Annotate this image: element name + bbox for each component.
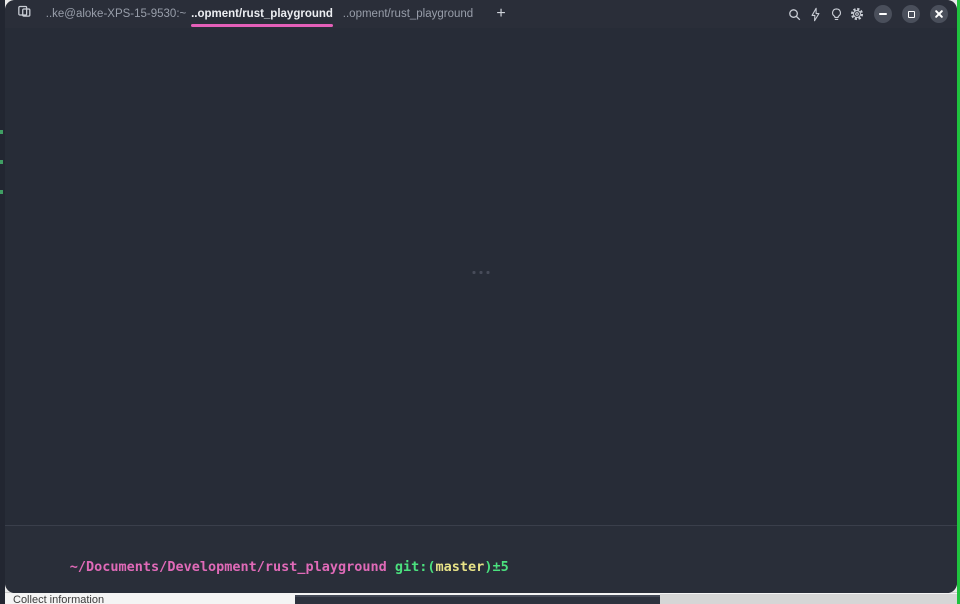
- background-taskbar-fragment: [295, 595, 660, 604]
- prompt-git-open: git:(: [387, 559, 436, 575]
- tab-rust-playground[interactable]: ..opment/rust_playground: [335, 0, 481, 28]
- tab-label: ..opment/rust_playground: [343, 8, 473, 20]
- dot: [480, 271, 483, 274]
- dot: [487, 271, 490, 274]
- maximize-icon: [908, 11, 915, 18]
- lightning-icon: [808, 7, 823, 22]
- collect-information-link[interactable]: Collect information: [13, 594, 104, 604]
- prompt-git-status: )±5: [484, 559, 508, 575]
- dot: [473, 271, 476, 274]
- command-input-block[interactable]: ~/Documents/Development/rust_playground …: [5, 525, 957, 593]
- loading-dots: [473, 271, 490, 274]
- gear-icon: [849, 6, 865, 22]
- minimize-button[interactable]: [874, 5, 892, 23]
- minimize-icon: [879, 13, 887, 15]
- new-tab-button[interactable]: +: [481, 0, 521, 28]
- close-icon: [935, 10, 943, 18]
- toolbar-icons: [786, 0, 865, 28]
- gutter-mark: [0, 190, 3, 194]
- gutter-mark: [0, 130, 3, 134]
- ai-command-button[interactable]: [807, 6, 823, 22]
- tips-button[interactable]: [828, 6, 844, 22]
- tab-home[interactable]: ..ke@aloke-XPS-15-9530:~: [43, 0, 189, 28]
- search-icon: [787, 7, 802, 22]
- terminal-output-pane[interactable]: [5, 28, 957, 525]
- search-button[interactable]: [786, 6, 802, 22]
- tab-rust-playground-active[interactable]: ..opment/rust_playground: [189, 0, 335, 28]
- prompt-path: ~/Documents/Development/rust_playground: [70, 559, 387, 575]
- background-window-fragment: [660, 594, 957, 604]
- active-tab-underline: [191, 24, 333, 27]
- bookshelf-button[interactable]: [5, 0, 43, 28]
- terminal-window: ..ke@aloke-XPS-15-9530:~ ..opment/rust_p…: [5, 0, 957, 593]
- lightbulb-icon: [829, 7, 844, 22]
- tab-label: ..opment/rust_playground: [191, 8, 333, 20]
- bookshelf-icon: [16, 3, 33, 25]
- window-controls: [874, 0, 957, 28]
- prompt-branch: master: [436, 559, 485, 575]
- maximize-button[interactable]: [902, 5, 920, 23]
- close-button[interactable]: [930, 5, 948, 23]
- settings-button[interactable]: [849, 6, 865, 22]
- terminal-prompt: ~/Documents/Development/rust_playground …: [21, 543, 957, 591]
- gutter-mark: [0, 160, 3, 164]
- tab-bar: ..ke@aloke-XPS-15-9530:~ ..opment/rust_p…: [5, 0, 957, 28]
- tab-label: ..ke@aloke-XPS-15-9530:~: [46, 8, 187, 20]
